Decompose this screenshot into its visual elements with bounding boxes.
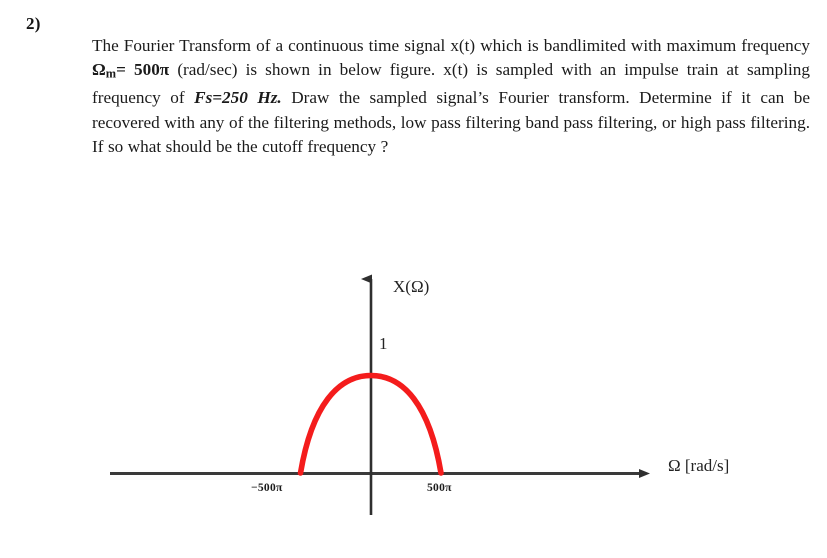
omega-symbol: Ω [92,60,106,80]
question-number: 2) [26,14,41,33]
paragraph-segment-1: The Fourier Transform of a continuous ti… [92,36,810,55]
sampling-frequency-value: Fs=250 Hz. [194,88,282,108]
question-paragraph: The Fourier Transform of a continuous ti… [92,34,810,159]
document-page: 2) The Fourier Transform of a continuous… [0,0,827,558]
omega-value: = 500π [116,60,170,80]
x-axis-label: Ω [rad/s] [668,456,730,475]
y-axis-label: X(Ω) [393,277,430,296]
y-axis-tick-label-one: 1 [379,334,388,353]
omega-subscript: m [105,67,117,82]
x-axis-tick-label-negative: −500π [251,482,283,494]
x-axis-tick-label-positive: 500π [427,482,452,494]
spectrum-figure: X(Ω) 1 Ω [rad/s] −500π 500π [0,255,827,515]
